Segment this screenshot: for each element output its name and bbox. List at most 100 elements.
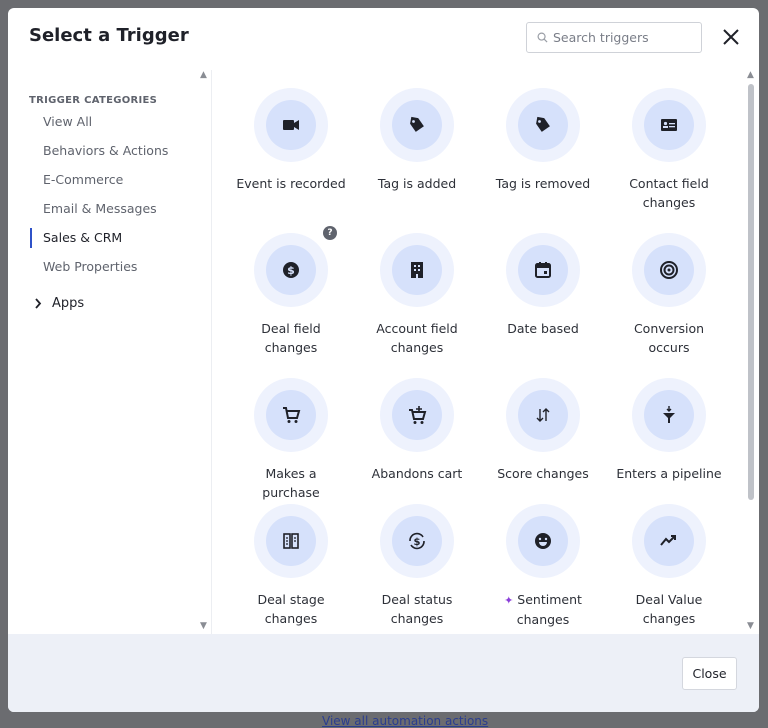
trigger-tile[interactable]: Contact field changes bbox=[606, 88, 732, 212]
trigger-icon-halo bbox=[506, 233, 580, 307]
dollar-cycle-icon: $ bbox=[409, 532, 425, 550]
trigger-icon-core bbox=[392, 390, 442, 440]
trigger-icon-halo bbox=[506, 88, 580, 162]
trigger-tile[interactable]: Date based bbox=[480, 233, 606, 338]
trigger-label-text: Date based bbox=[507, 321, 579, 336]
search-icon bbox=[537, 32, 548, 43]
sidebar-item-ecommerce[interactable]: E-Commerce bbox=[30, 170, 123, 190]
close-icon[interactable] bbox=[720, 26, 742, 48]
svg-text:$: $ bbox=[287, 264, 295, 277]
trigger-label-text: Abandons cart bbox=[371, 466, 463, 481]
trigger-label: Account field changes bbox=[354, 319, 480, 357]
trigger-label-text: Enters a pipeline bbox=[616, 466, 722, 481]
trigger-label-text: Conversion occurs bbox=[633, 321, 705, 355]
trigger-tile[interactable]: Makes a purchase bbox=[228, 378, 354, 502]
sidebar-scroll-up[interactable]: ▲ bbox=[200, 70, 207, 80]
category-sidebar: TRIGGER CATEGORIES View All Behaviors & … bbox=[8, 70, 212, 634]
trigger-label: Contact field changes bbox=[606, 174, 732, 212]
chevron-right-icon bbox=[35, 298, 42, 309]
trigger-icon-core bbox=[518, 516, 568, 566]
trigger-icon-halo bbox=[632, 88, 706, 162]
trigger-icon-core bbox=[266, 390, 316, 440]
sidebar-item-behaviors-actions[interactable]: Behaviors & Actions bbox=[30, 141, 168, 161]
sidebar-item-email-messages[interactable]: Email & Messages bbox=[30, 199, 157, 219]
trigger-icon-core bbox=[644, 100, 694, 150]
trigger-tile[interactable]: Tag is removed bbox=[480, 88, 606, 193]
trigger-tile[interactable]: $? Deal field changes bbox=[228, 226, 354, 357]
trigger-tile[interactable]: Conversion occurs bbox=[606, 233, 732, 357]
trigger-label-text: Tag is added bbox=[377, 176, 457, 191]
trigger-tile[interactable]: $ Deal status changes bbox=[354, 504, 480, 628]
trigger-icon-halo bbox=[254, 504, 328, 578]
grid-scroll-up[interactable]: ▲ bbox=[747, 70, 754, 80]
trigger-label-text: Deal status changes bbox=[381, 592, 453, 626]
video-camera-icon bbox=[283, 120, 299, 130]
search-input[interactable]: Search triggers bbox=[526, 22, 702, 53]
trigger-label: Tag is added bbox=[354, 174, 480, 193]
trigger-tile[interactable]: Deal stage changes bbox=[228, 504, 354, 628]
trigger-tile[interactable]: Account field changes bbox=[354, 233, 480, 357]
trigger-icon-halo bbox=[506, 378, 580, 452]
modal-footer: Close bbox=[8, 634, 759, 712]
trigger-icon-halo bbox=[380, 233, 454, 307]
categories-heading: TRIGGER CATEGORIES bbox=[29, 95, 158, 106]
trigger-icon-halo bbox=[254, 378, 328, 452]
trigger-tile[interactable]: Enters a pipeline bbox=[606, 378, 732, 483]
grid-scroll-down[interactable]: ▼ bbox=[747, 621, 754, 631]
building-icon bbox=[411, 262, 423, 278]
trigger-label: Deal Value changes bbox=[606, 590, 732, 628]
search-placeholder: Search triggers bbox=[553, 30, 649, 45]
sidebar-item-web-properties[interactable]: Web Properties bbox=[30, 257, 137, 277]
divider bbox=[211, 70, 212, 634]
trigger-icon-core bbox=[644, 245, 694, 295]
trigger-icon-halo bbox=[632, 378, 706, 452]
trigger-icon-core bbox=[644, 390, 694, 440]
trigger-icon-core bbox=[266, 100, 316, 150]
sidebar-item-view-all[interactable]: View All bbox=[30, 112, 92, 132]
dollar-circle-icon: $ bbox=[283, 262, 299, 278]
trigger-label: Deal status changes bbox=[354, 590, 480, 628]
apps-expander[interactable]: Apps bbox=[34, 296, 84, 311]
help-badge-icon[interactable]: ? bbox=[323, 226, 337, 240]
trigger-label-text: Event is recorded bbox=[236, 176, 346, 191]
sidebar-item-sales-crm[interactable]: Sales & CRM bbox=[30, 228, 122, 248]
trigger-label-text: Sentiment changes bbox=[516, 592, 582, 627]
trigger-tile[interactable]: Deal Value changes bbox=[606, 504, 732, 628]
trigger-label: Deal stage changes bbox=[228, 590, 354, 628]
columns-icon bbox=[283, 533, 299, 549]
trigger-label-text: Score changes bbox=[497, 466, 589, 481]
trigger-label-text: Makes a purchase bbox=[262, 466, 320, 500]
smiley-icon bbox=[535, 533, 551, 549]
modal-title: Select a Trigger bbox=[29, 25, 189, 46]
tag-icon bbox=[410, 116, 424, 132]
target-icon bbox=[660, 261, 678, 279]
trend-up-icon bbox=[660, 535, 676, 546]
trigger-icon-halo bbox=[632, 233, 706, 307]
close-button[interactable]: Close bbox=[682, 657, 737, 690]
trigger-icon-core bbox=[518, 245, 568, 295]
svg-text:$: $ bbox=[414, 537, 421, 548]
trigger-tile[interactable]: Event is recorded bbox=[228, 88, 354, 193]
trigger-icon-core bbox=[266, 516, 316, 566]
trigger-tile[interactable]: Tag is added bbox=[354, 88, 480, 193]
trigger-icon-core bbox=[392, 100, 442, 150]
trigger-label-text: Deal Value changes bbox=[635, 592, 703, 626]
trigger-tile[interactable]: Score changes bbox=[480, 378, 606, 483]
funnel-icon bbox=[663, 406, 675, 423]
tag-icon bbox=[536, 116, 550, 132]
trigger-tile[interactable]: ✦ Sentiment changes bbox=[480, 504, 606, 629]
trigger-icon-halo bbox=[380, 378, 454, 452]
trigger-label-text: Deal field changes bbox=[261, 321, 321, 355]
sidebar-scroll-down[interactable]: ▼ bbox=[200, 621, 207, 631]
trigger-label-text: Deal stage changes bbox=[257, 592, 325, 626]
grid-scrollbar[interactable] bbox=[748, 84, 754, 500]
trigger-tile[interactable]: Abandons cart bbox=[354, 378, 480, 483]
trigger-icon-halo: $ bbox=[380, 504, 454, 578]
trigger-icon-halo bbox=[380, 88, 454, 162]
cart-plus-icon bbox=[409, 406, 427, 424]
ai-sparkle-icon: ✦ bbox=[504, 594, 514, 607]
trigger-label: Abandons cart bbox=[354, 464, 480, 483]
view-all-actions-link: View all automation actions bbox=[322, 714, 489, 728]
trigger-label-text: Account field changes bbox=[376, 321, 458, 355]
cart-icon bbox=[283, 407, 301, 423]
